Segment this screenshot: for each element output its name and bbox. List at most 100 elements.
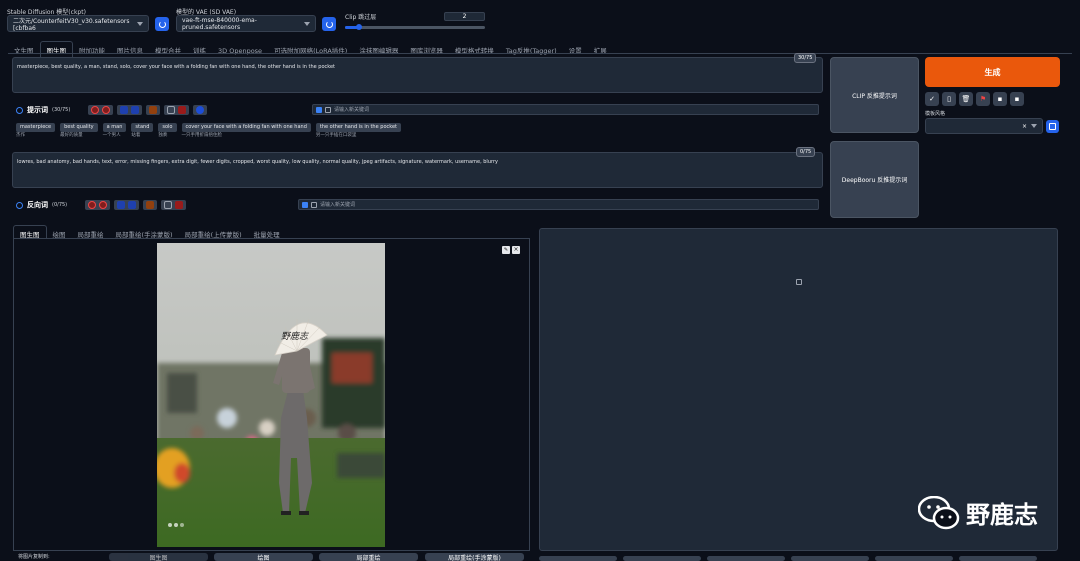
clear-x-icon[interactable]: ×: [1022, 123, 1027, 130]
new-keyword-placeholder: 请输入新关键词: [334, 107, 370, 113]
clip-skip-slider-thumb[interactable]: [356, 24, 362, 30]
output-action-button[interactable]: [791, 556, 869, 561]
clipboard-icon[interactable]: ▯: [942, 92, 956, 106]
prompt-tag[interactable]: the other hand is in the pocket 另一只手插在口袋里: [315, 122, 402, 138]
checkbox-icon[interactable]: [311, 201, 317, 208]
prompt-tag[interactable]: solo 独奏: [158, 122, 177, 138]
refresh-vae-button[interactable]: [322, 17, 336, 31]
generate-button[interactable]: 生成: [925, 57, 1060, 87]
prompt-tags: masterpiece 杰作 best quality 最好的质量 a man 一个男人 s…: [16, 122, 402, 138]
output-action-button[interactable]: [707, 556, 785, 561]
prompt-tag-en[interactable]: a man: [102, 123, 127, 132]
checkbox-icon[interactable]: [325, 106, 331, 113]
copy-icon[interactable]: [146, 201, 155, 209]
prompt-textarea[interactable]: masterpiece, best quality, a man, stand,…: [12, 57, 823, 93]
globe-group: [193, 105, 208, 115]
negative-keyword-input[interactable]: 请输入新关键词: [298, 199, 819, 210]
clear-icon[interactable]: [91, 106, 100, 114]
tab-9[interactable]: 图库浏览器: [404, 42, 449, 58]
prompt-tag[interactable]: best quality 最好的质量: [60, 122, 98, 138]
favorite-group: [161, 200, 187, 210]
main-tabs: 文生图 图生图 附加功能 图片信息 模型合并 训练 3D Openpose 可选附加网络(Lo…: [8, 41, 613, 58]
prompt-tag[interactable]: stand 站着: [131, 122, 154, 138]
copy-group: [143, 200, 158, 210]
new-keyword-input[interactable]: 请输入新关键词: [312, 104, 819, 115]
collapse-icon[interactable]: [16, 106, 23, 114]
output-action-button[interactable]: [959, 556, 1037, 561]
tab-4[interactable]: 模型合并: [149, 42, 187, 58]
favorite-icon[interactable]: [164, 201, 173, 209]
tab-11[interactable]: Tag反推(Tagger): [500, 42, 563, 58]
deepbooru-interrogate-button[interactable]: DeepBooru 反推提示词: [830, 141, 919, 218]
checkbox-icon[interactable]: [302, 201, 308, 208]
negative-keyword-placeholder: 请输入新关键词: [320, 202, 356, 208]
edit-icon[interactable]: ✎: [502, 246, 510, 254]
clear-icon[interactable]: [88, 201, 97, 209]
tab-1[interactable]: 图生图: [39, 41, 73, 58]
vae-select[interactable]: vae-ft-mse-840000-ema-pruned.safetensors: [176, 15, 316, 32]
ckpt-select[interactable]: 二次元/CounterfeitV30_v30.safetensors [cbfb…: [7, 15, 149, 32]
prompt-tag-en[interactable]: cover your face with a folding fan with …: [181, 123, 311, 132]
translate-icon[interactable]: [120, 106, 129, 114]
clip-skip-label: Clip 跳过层: [345, 14, 377, 21]
translate-icon[interactable]: [117, 201, 126, 209]
style-apply-button[interactable]: [1046, 120, 1059, 133]
clip-skip-slider[interactable]: [345, 24, 485, 30]
tab-7[interactable]: 可选附加网络(LoRA插件): [268, 42, 353, 58]
refresh-icon: [325, 20, 333, 28]
watermark-text: 野鹿志: [966, 501, 1038, 529]
tab-10[interactable]: 模型格式转换: [449, 42, 500, 58]
output-action-button[interactable]: [623, 556, 701, 561]
output-action-button[interactable]: [875, 556, 953, 561]
ckpt-value: 二次元/CounterfeitV30_v30.safetensors [cbfb…: [13, 17, 130, 32]
prompt-tag[interactable]: masterpiece 杰作: [16, 122, 56, 138]
prompt-tag-en[interactable]: the other hand is in the pocket: [315, 123, 402, 132]
copy-to-img2img-button[interactable]: 图生图: [109, 553, 208, 561]
prompt-tag[interactable]: cover your face with a folding fan with …: [181, 122, 311, 138]
style-select[interactable]: ×: [925, 118, 1043, 134]
flag-icon[interactable]: ⚑: [976, 92, 990, 106]
tab-5[interactable]: 训练: [187, 42, 212, 58]
copy-to-inpaint-button[interactable]: 局部重绘: [319, 553, 418, 561]
close-icon[interactable]: ×: [512, 246, 520, 254]
favorite-icon[interactable]: [167, 106, 176, 114]
tab-13[interactable]: 扩展: [588, 42, 613, 58]
delete-icon[interactable]: [178, 106, 187, 114]
image-placeholder-icon: [796, 279, 802, 285]
copy-to-inpaint-sketch-button[interactable]: 局部重绘(手涂蒙版): [425, 553, 524, 561]
tab-3[interactable]: 图片信息: [111, 42, 149, 58]
prompt-tag-zh: 站着: [131, 133, 141, 138]
globe-icon[interactable]: [196, 106, 205, 114]
trash-icon[interactable]: 🗑: [959, 92, 973, 106]
archive-icon[interactable]: ▪: [1010, 92, 1024, 106]
tab-2[interactable]: 附加功能: [73, 42, 111, 58]
undo-icon[interactable]: [99, 201, 108, 209]
tool-buttons: ✓ ▯ 🗑 ⚑ ▪ ▪: [925, 92, 1024, 106]
checkbox-icon[interactable]: [316, 106, 322, 113]
save-icon[interactable]: ▪: [993, 92, 1007, 106]
prompt-toolbar: 提示词 (30/75): [16, 105, 208, 115]
translate-all-icon[interactable]: [131, 106, 140, 114]
apply-icon: [1049, 123, 1056, 130]
clip-interrogate-button[interactable]: CLIP 反推提示词: [830, 57, 919, 133]
negative-textarea[interactable]: lowres, bad anatomy, bad hands, text, er…: [12, 152, 823, 188]
prompt-tag[interactable]: a man 一个男人: [102, 122, 127, 138]
collapse-icon[interactable]: [16, 201, 23, 209]
prompt-tag-en[interactable]: masterpiece: [16, 123, 56, 132]
tab-12[interactable]: 设置: [563, 42, 588, 58]
check-icon[interactable]: ✓: [925, 92, 939, 106]
clip-skip-input[interactable]: 2: [444, 12, 485, 21]
refresh-ckpt-button[interactable]: [155, 17, 169, 31]
translate-all-icon[interactable]: [128, 201, 137, 209]
delete-icon[interactable]: [175, 201, 184, 209]
tab-0[interactable]: 文生图: [8, 42, 40, 58]
prompt-tag-en[interactable]: best quality: [60, 123, 98, 132]
copy-icon[interactable]: [149, 106, 158, 114]
prompt-tag-en[interactable]: solo: [158, 123, 177, 132]
copy-to-sketch-button[interactable]: 绘图: [214, 553, 313, 561]
tab-6[interactable]: 3D Openpose: [212, 44, 268, 58]
prompt-tag-en[interactable]: stand: [131, 123, 154, 132]
undo-icon[interactable]: [102, 106, 111, 114]
tab-8[interactable]: 涂抹图编辑器: [353, 42, 404, 58]
output-action-button[interactable]: [539, 556, 617, 561]
